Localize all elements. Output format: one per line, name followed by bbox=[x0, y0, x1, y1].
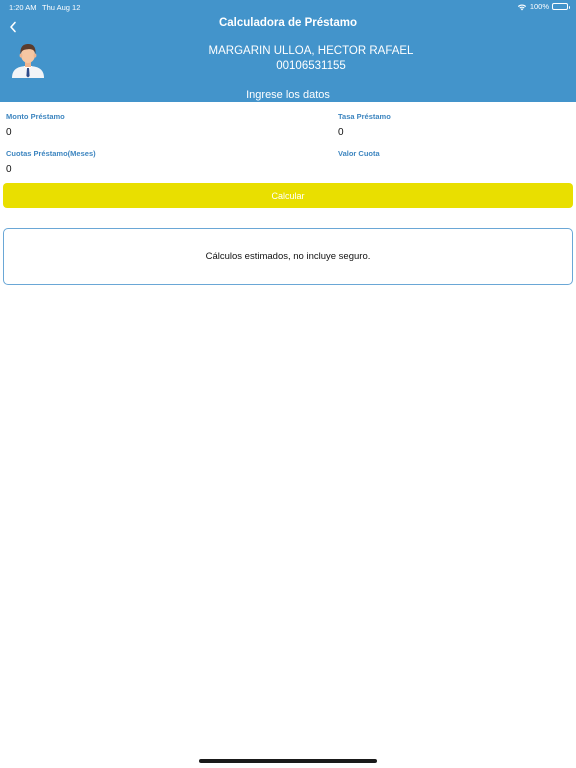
status-time: 1:20 AM bbox=[9, 3, 37, 12]
tasa-input[interactable] bbox=[338, 125, 568, 139]
app-header: 1:20 AM Thu Aug 12 100% Calculadora de P… bbox=[0, 0, 576, 102]
tasa-label: Tasa Préstamo bbox=[338, 112, 391, 121]
cuotas-label: Cuotas Préstamo(Meses) bbox=[6, 149, 96, 158]
cuotas-input[interactable] bbox=[6, 162, 326, 176]
battery-percent: 100% bbox=[529, 2, 549, 11]
wifi-icon bbox=[517, 3, 526, 10]
status-indicators: 100% bbox=[517, 2, 570, 11]
home-indicator[interactable] bbox=[199, 759, 377, 763]
user-id: 00106531155 bbox=[276, 60, 346, 72]
page-title: Calculadora de Préstamo bbox=[218, 17, 358, 29]
monto-input[interactable] bbox=[6, 125, 326, 139]
user-avatar-icon bbox=[12, 44, 44, 78]
user-name: MARGARIN ULLOA, HECTOR RAFAEL bbox=[208, 45, 414, 57]
valor-cuota-label: Valor Cuota bbox=[338, 149, 380, 158]
battery-icon bbox=[552, 3, 570, 10]
result-card: Cálculos estimados, no incluye seguro. bbox=[3, 228, 573, 285]
status-bar: 1:20 AM Thu Aug 12 100% bbox=[0, 0, 576, 14]
status-date: Thu Aug 12 bbox=[42, 3, 81, 12]
monto-label: Monto Préstamo bbox=[6, 112, 65, 121]
valor-cuota-value bbox=[338, 162, 568, 176]
result-note: Cálculos estimados, no incluye seguro. bbox=[205, 251, 371, 262]
calculate-button[interactable]: Calcular bbox=[3, 183, 573, 208]
section-title: Ingrese los datos bbox=[246, 89, 330, 101]
